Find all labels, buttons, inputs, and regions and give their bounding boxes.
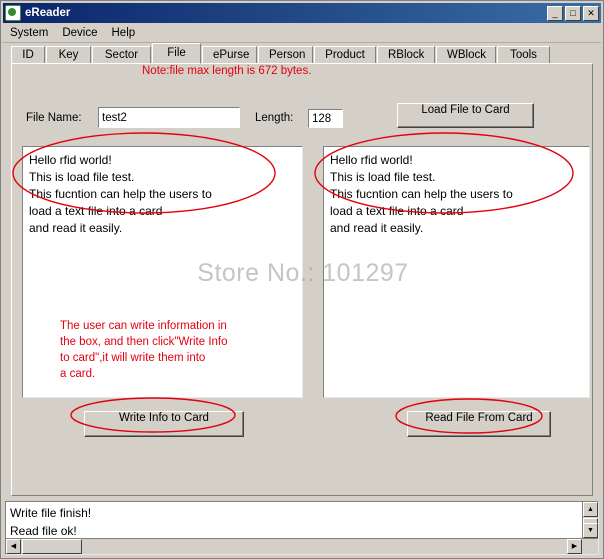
tab-key[interactable]: Key: [46, 46, 91, 64]
write-info-to-card-button[interactable]: Write Info to Card: [84, 411, 244, 437]
app-icon: [5, 5, 21, 21]
length-input[interactable]: [308, 109, 343, 128]
menu-bar: System Device Help: [3, 24, 601, 43]
file-length-note: Note:file max length is 672 bytes.: [142, 65, 312, 77]
tab-tools[interactable]: Tools: [497, 46, 550, 64]
scroll-left-icon[interactable]: ◀: [6, 539, 21, 554]
usage-annotation-text: The user can write information in the bo…: [60, 320, 228, 380]
length-label: Length:: [255, 112, 294, 124]
menu-item-help[interactable]: Help: [105, 25, 143, 41]
tab-sector[interactable]: Sector: [92, 46, 151, 64]
window-controls: _ □ ✕: [547, 5, 599, 21]
file-name-input[interactable]: [98, 107, 240, 128]
tab-file[interactable]: File: [152, 43, 201, 64]
close-button[interactable]: ✕: [583, 5, 599, 21]
status-log-text: Write file finish! Read file ok!: [10, 506, 92, 538]
tab-epurse[interactable]: ePurse: [202, 46, 257, 64]
scroll-up-icon[interactable]: ▲: [583, 502, 598, 517]
tab-strip: ID Key Sector File ePurse Person Product…: [11, 43, 593, 64]
tab-rblock[interactable]: RBlock: [377, 46, 435, 64]
load-file-to-card-button[interactable]: Load File to Card: [397, 103, 534, 128]
menu-item-system[interactable]: System: [3, 25, 55, 41]
tab-product[interactable]: Product: [314, 46, 376, 64]
scroll-down-icon[interactable]: ▼: [583, 523, 598, 538]
log-horizontal-scrollbar[interactable]: ◀ ▶: [6, 538, 598, 554]
application-window: eReader _ □ ✕ System Device Help ID Key …: [0, 0, 604, 559]
horizontal-scroll-thumb[interactable]: [22, 539, 82, 554]
maximize-button[interactable]: □: [565, 5, 581, 21]
read-file-from-card-button[interactable]: Read File From Card: [407, 411, 551, 437]
window-title: eReader: [25, 7, 71, 19]
tab-wblock[interactable]: WBlock: [436, 46, 496, 64]
title-bar: eReader _ □ ✕: [3, 3, 601, 23]
tab-id[interactable]: ID: [11, 46, 45, 64]
menu-item-device[interactable]: Device: [55, 25, 104, 41]
tab-person[interactable]: Person: [258, 46, 313, 64]
scroll-right-icon[interactable]: ▶: [567, 539, 582, 554]
file-name-label: File Name:: [26, 112, 82, 124]
minimize-button[interactable]: _: [547, 5, 563, 21]
watermark-text: Store No.: 101297: [197, 259, 409, 287]
status-log-box: Write file finish! Read file ok! ▲ ▼ ◀ ▶: [5, 501, 599, 555]
